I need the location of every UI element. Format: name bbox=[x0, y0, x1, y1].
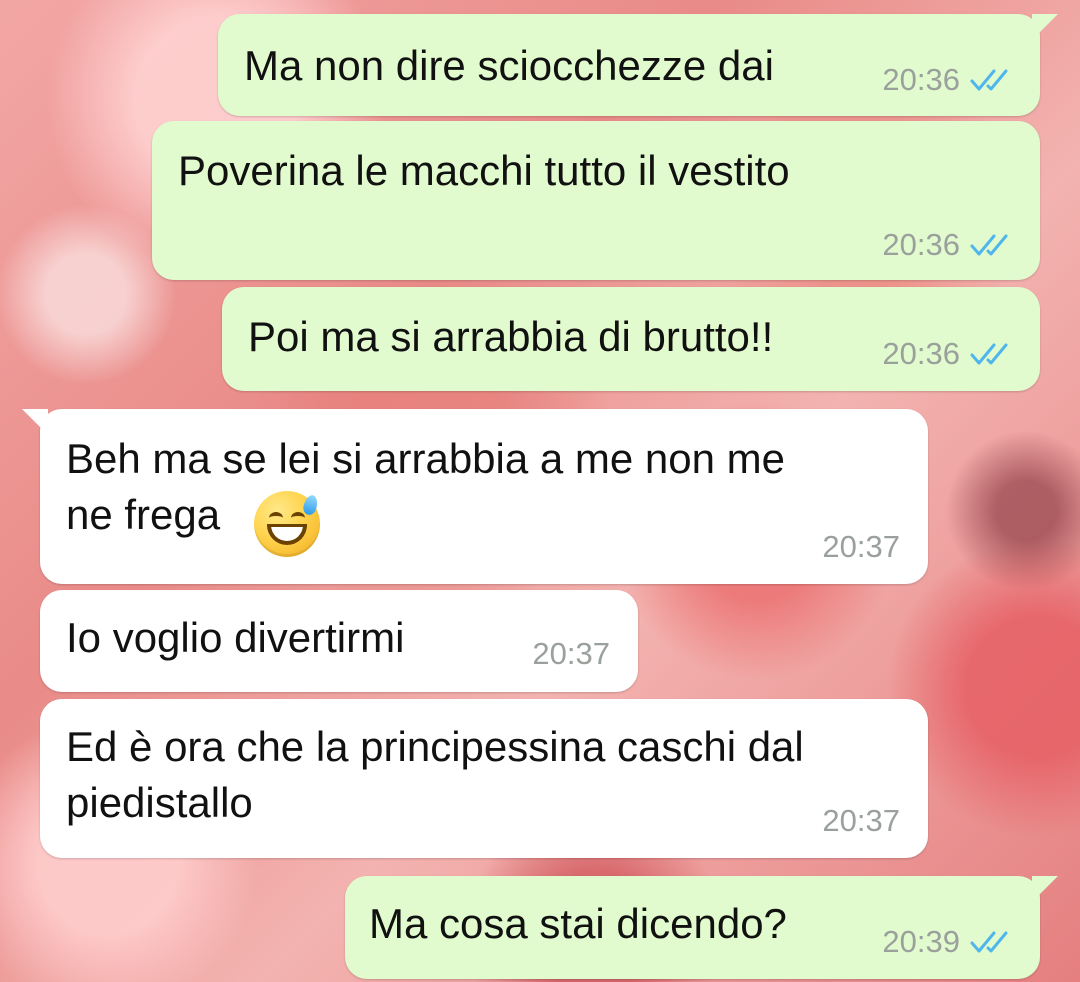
message-bubble-outgoing[interactable]: Ma non dire sciocchezze dai 20:36 bbox=[218, 14, 1058, 116]
read-double-check-icon bbox=[970, 69, 1008, 91]
message-bubble-incoming[interactable]: Ed è ora che la principessina caschi dal… bbox=[40, 699, 928, 858]
bubble-tail bbox=[1032, 14, 1058, 40]
message-text: Beh ma se lei si arrabbia a me non me ne… bbox=[66, 435, 786, 538]
message-bubble-outgoing[interactable]: Ma cosa stai dicendo? 20:39 bbox=[345, 876, 1058, 979]
bubble-tail bbox=[22, 409, 48, 435]
message-text: Poi ma si arrabbia di brutto!! bbox=[248, 313, 774, 360]
message-text: Poverina le macchi tutto il vestito bbox=[178, 147, 790, 194]
message-text: Io voglio divertirmi bbox=[66, 614, 405, 661]
read-double-check-icon bbox=[970, 343, 1008, 365]
chat-messages: Ma non dire sciocchezze dai 20:36 Poveri… bbox=[0, 0, 1080, 982]
read-double-check-icon bbox=[970, 234, 1008, 256]
message-time: 20:39 bbox=[882, 924, 960, 959]
message-meta: 20:36 bbox=[882, 62, 1016, 98]
bubble-tail bbox=[1032, 876, 1058, 902]
message-meta: 20:37 bbox=[532, 636, 610, 672]
read-double-check-icon bbox=[970, 931, 1008, 953]
message-time: 20:36 bbox=[882, 336, 960, 371]
message-time: 20:37 bbox=[532, 636, 610, 671]
message-text: Ed è ora che la principessina caschi dal… bbox=[66, 723, 804, 826]
message-time: 20:36 bbox=[882, 62, 960, 97]
message-bubble-outgoing[interactable]: Poi ma si arrabbia di brutto!! 20:36 bbox=[222, 287, 1040, 391]
message-bubble-outgoing[interactable]: Poverina le macchi tutto il vestito 20:3… bbox=[152, 121, 1040, 280]
message-meta: 20:36 bbox=[882, 336, 1016, 372]
grinning-face-with-sweat-emoji bbox=[254, 491, 320, 557]
message-meta: 20:37 bbox=[822, 803, 900, 839]
message-meta: 20:37 bbox=[822, 529, 900, 565]
message-bubble-incoming[interactable]: Io voglio divertirmi 20:37 bbox=[40, 590, 638, 692]
message-time: 20:36 bbox=[882, 227, 960, 262]
message-text: Ma cosa stai dicendo? bbox=[369, 900, 787, 947]
message-meta: 20:39 bbox=[882, 924, 1016, 960]
message-text: Ma non dire sciocchezze dai bbox=[244, 42, 774, 89]
message-bubble-incoming[interactable]: Beh ma se lei si arrabbia a me non me ne… bbox=[22, 409, 928, 584]
message-meta: 20:36 bbox=[882, 227, 1016, 263]
message-time: 20:37 bbox=[822, 529, 900, 564]
message-time: 20:37 bbox=[822, 803, 900, 838]
